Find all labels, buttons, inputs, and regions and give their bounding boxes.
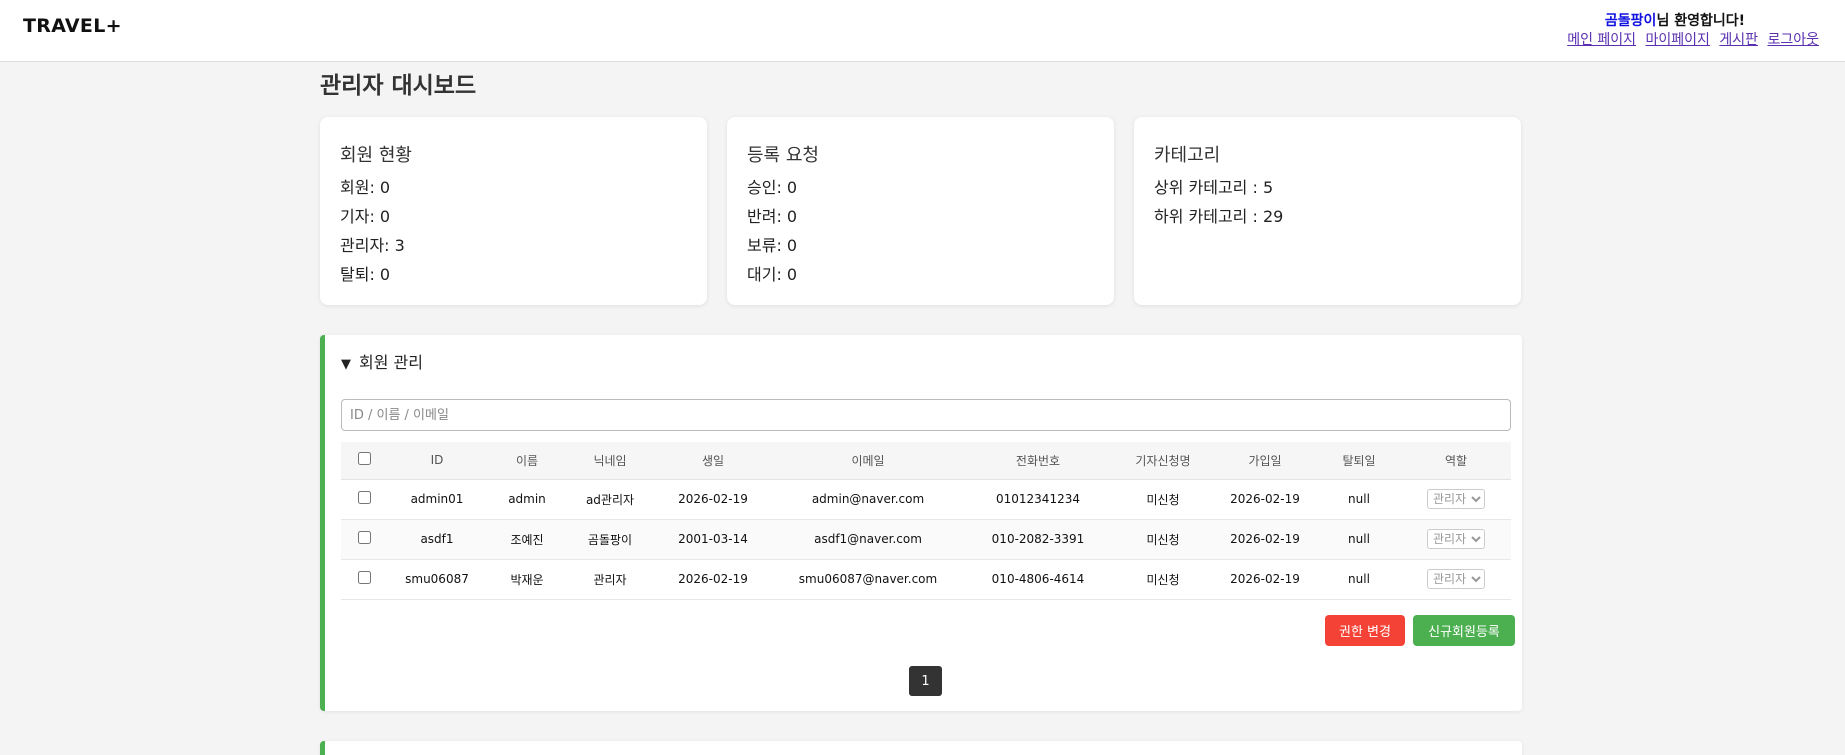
stat-rejected: 반려: 0 [747,207,798,226]
card-title: 등록 요청 [747,145,819,166]
pagination-page-button[interactable]: 1 [909,666,942,696]
table-row: asdf1 조예진 곰돌팡이 2001-03-14 asdf1@naver.co… [341,519,1511,560]
cell-name: admin [487,479,567,520]
member-search-input[interactable] [341,399,1511,431]
stat-approved: 승인: 0 [747,178,798,197]
cell-role: 관리자 [1401,559,1511,600]
stat-pending: 대기: 0 [747,265,798,284]
stat-sub-categories: 하위 카테고리 : 29 [1154,207,1284,226]
next-section-panel [320,741,1522,755]
cell-birthday: 2026-02-19 [653,559,773,600]
member-management-panel: ▼ 회원 관리 ID 이름 닉네임 생일 이메일 전화번호 기자신청명 가입일 탈… [320,335,1522,711]
site-logo[interactable]: TRAVEL+ [23,15,122,37]
table-row: smu06087 박재운 관리자 2026-02-19 smu06087@nav… [341,559,1511,600]
nav-link-mypage[interactable]: 마이페이지 [1646,32,1710,48]
column-header-email[interactable]: 이메일 [773,442,963,480]
cell-name: 박재운 [487,559,567,600]
row-select-cell [341,519,387,560]
welcome-username: 곰돌팡이 [1604,13,1657,29]
register-member-button[interactable]: 신규회원등록 [1413,615,1515,646]
member-status-card: 회원 현황 회원: 0 기자: 0 관리자: 3 탈퇴: 0 [320,117,707,305]
cell-nickname: 관리자 [567,559,653,600]
column-header-name[interactable]: 이름 [487,442,567,480]
table-header-row: ID 이름 닉네임 생일 이메일 전화번호 기자신청명 가입일 탈퇴일 역할 [341,442,1511,480]
member-table: ID 이름 닉네임 생일 이메일 전화번호 기자신청명 가입일 탈퇴일 역할 a… [341,442,1511,600]
role-select[interactable]: 관리자 [1427,529,1485,549]
collapse-triangle-icon: ▼ [341,357,351,372]
cell-reporter-application: 미신청 [1113,559,1213,600]
stat-members: 회원: 0 [340,178,391,197]
top-bar: TRAVEL+ 곰돌팡이님 환영합니다! 메인 페이지 마이페이지 게시판 로그… [0,0,1845,62]
page-title: 관리자 대시보드 [320,73,477,99]
cell-withdraw-date: null [1317,559,1401,600]
column-header-id[interactable]: ID [387,442,487,480]
cell-reporter-application: 미신청 [1113,479,1213,520]
nav-link-board[interactable]: 게시판 [1719,32,1758,48]
cell-id: smu06087 [387,559,487,600]
column-header-birthday[interactable]: 생일 [653,442,773,480]
panel-title: 회원 관리 [359,353,423,372]
header-nav: 메인 페이지 마이페이지 게시판 로그아웃 [1562,29,1819,49]
role-select[interactable]: 관리자 [1427,489,1485,509]
cell-email: admin@naver.com [773,479,963,520]
cell-name: 조예진 [487,519,567,560]
card-title: 카테고리 [1154,145,1221,166]
welcome-message: 곰돌팡이님 환영합니다! [1605,10,1745,30]
role-select[interactable]: 관리자 [1427,569,1485,589]
cell-email: asdf1@naver.com [773,519,963,560]
cell-join-date: 2026-02-19 [1213,519,1317,560]
column-header-join-date[interactable]: 가입일 [1213,442,1317,480]
row-select-cell [341,479,387,520]
cell-join-date: 2026-02-19 [1213,479,1317,520]
cell-withdraw-date: null [1317,519,1401,560]
member-panel-toggle[interactable]: ▼ 회원 관리 [341,349,423,373]
stat-reporters: 기자: 0 [340,207,391,226]
cell-role: 관리자 [1401,519,1511,560]
column-header-phone[interactable]: 전화번호 [963,442,1113,480]
row-select-cell [341,559,387,600]
change-role-button[interactable]: 권한 변경 [1325,615,1405,646]
header-select-cell [341,442,387,480]
cell-reporter-application: 미신청 [1113,519,1213,560]
cell-id: admin01 [387,479,487,520]
registration-request-card: 등록 요청 승인: 0 반려: 0 보류: 0 대기: 0 [727,117,1114,305]
stat-on-hold: 보류: 0 [747,236,798,255]
stat-admins: 관리자: 3 [340,236,405,255]
card-title: 회원 현황 [340,145,412,166]
cell-withdraw-date: null [1317,479,1401,520]
row-checkbox[interactable] [357,491,371,504]
cell-email: smu06087@naver.com [773,559,963,600]
row-checkbox[interactable] [357,571,371,584]
stat-parent-categories: 상위 카테고리 : 5 [1154,178,1274,197]
category-card: 카테고리 상위 카테고리 : 5 하위 카테고리 : 29 [1134,117,1521,305]
cell-phone: 010-4806-4614 [963,559,1113,600]
cell-id: asdf1 [387,519,487,560]
nav-link-logout[interactable]: 로그아웃 [1767,32,1819,48]
stat-withdrawn: 탈퇴: 0 [340,265,391,284]
cell-birthday: 2001-03-14 [653,519,773,560]
column-header-reporter-application[interactable]: 기자신청명 [1113,442,1213,480]
cell-phone: 010-2082-3391 [963,519,1113,560]
cell-phone: 01012341234 [963,479,1113,520]
select-all-checkbox[interactable] [357,452,371,466]
table-row: admin01 admin ad관리자 2026-02-19 admin@nav… [341,479,1511,520]
welcome-suffix: 님 환영합니다! [1656,13,1745,29]
cell-role: 관리자 [1401,479,1511,520]
column-header-withdraw-date[interactable]: 탈퇴일 [1317,442,1401,480]
column-header-nickname[interactable]: 닉네임 [567,442,653,480]
cell-nickname: 곰돌팡이 [567,519,653,560]
nav-link-main[interactable]: 메인 페이지 [1567,32,1636,48]
row-checkbox[interactable] [357,531,371,544]
cell-join-date: 2026-02-19 [1213,559,1317,600]
column-header-role[interactable]: 역할 [1401,442,1511,480]
cell-nickname: ad관리자 [567,479,653,520]
cell-birthday: 2026-02-19 [653,479,773,520]
